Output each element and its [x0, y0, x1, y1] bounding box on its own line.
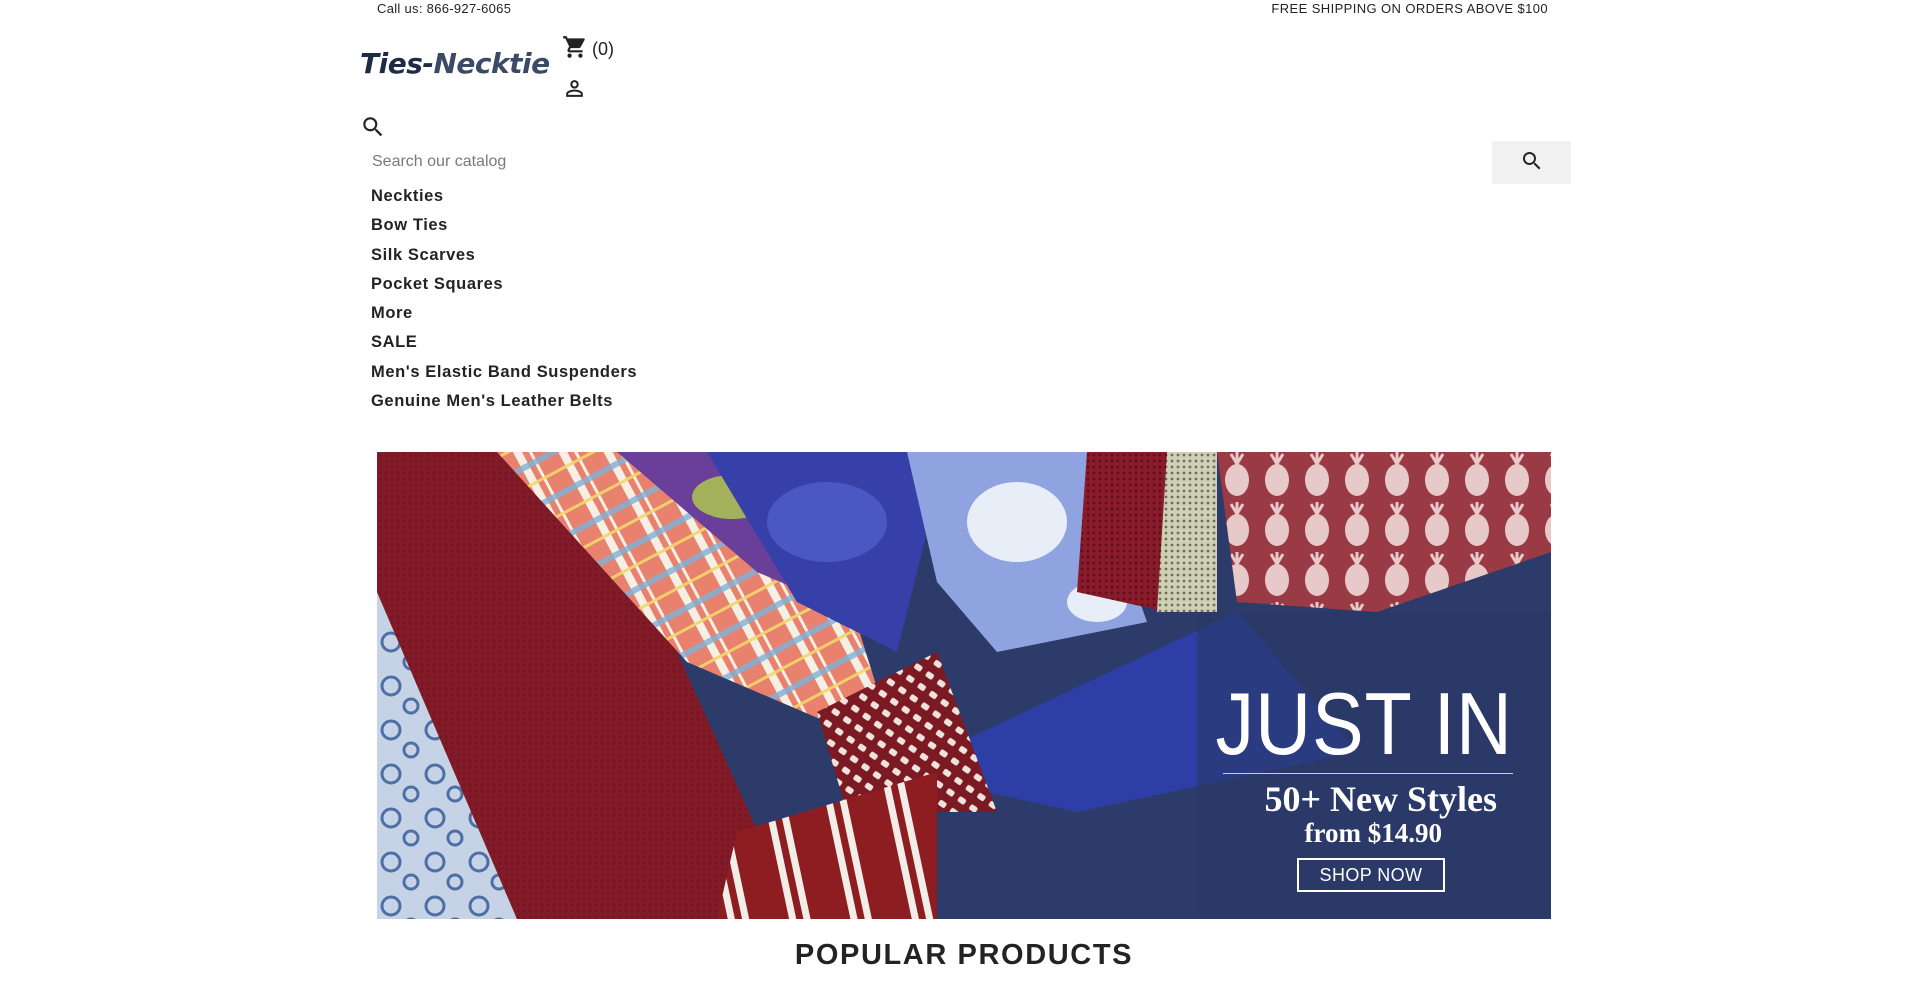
menu-item-bow-ties[interactable]: Bow Ties: [371, 211, 637, 240]
site-logo[interactable]: Ties-Necktie: [360, 46, 550, 82]
phone-number[interactable]: Call us: 866-927-6065: [377, 1, 511, 16]
banner-subtitle: 50+ New Styles: [1264, 779, 1498, 819]
menu-item-silk-scarves[interactable]: Silk Scarves: [371, 241, 637, 270]
free-shipping-notice: FREE SHIPPING ON ORDERS ABOVE $100: [1271, 1, 1548, 16]
popular-products-heading: POPULAR PRODUCTS: [794, 939, 1134, 971]
menu-item-suspenders[interactable]: Men's Elastic Band Suspenders: [371, 358, 637, 387]
search-submit-icon: [1520, 149, 1544, 176]
user-icon: [562, 80, 587, 105]
menu-item-leather-belts[interactable]: Genuine Men's Leather Belts: [371, 387, 637, 416]
logo-text-part1: Ties-: [360, 47, 434, 80]
banner-divider: [1223, 773, 1513, 774]
menu-item-more[interactable]: More: [371, 299, 637, 328]
hero-banner[interactable]: JUST IN 50+ New Styles from $14.90 SHOP …: [377, 452, 1551, 919]
cart-count: (0): [592, 39, 614, 59]
banner-price: from $14.90: [1304, 818, 1442, 848]
page: Call us: 866-927-6065 FREE SHIPPING ON O…: [0, 0, 1920, 993]
shopping-cart-icon: [562, 34, 592, 65]
menu-item-sale[interactable]: SALE: [371, 328, 637, 357]
banner-title: JUST IN: [1215, 674, 1513, 773]
shop-now-button[interactable]: SHOP NOW: [1297, 858, 1445, 892]
search-submit-button[interactable]: [1492, 141, 1571, 184]
account-button[interactable]: [562, 76, 587, 106]
search-icon[interactable]: [360, 114, 386, 145]
logo-text-part2: Necktie: [433, 47, 550, 80]
menu-item-neckties[interactable]: Neckties: [371, 182, 637, 211]
menu-item-pocket-squares[interactable]: Pocket Squares: [371, 270, 637, 299]
cart-button[interactable]: (0): [562, 34, 614, 65]
main-menu: Neckties Bow Ties Silk Scarves Pocket Sq…: [371, 182, 637, 416]
search-input[interactable]: [362, 143, 1484, 181]
